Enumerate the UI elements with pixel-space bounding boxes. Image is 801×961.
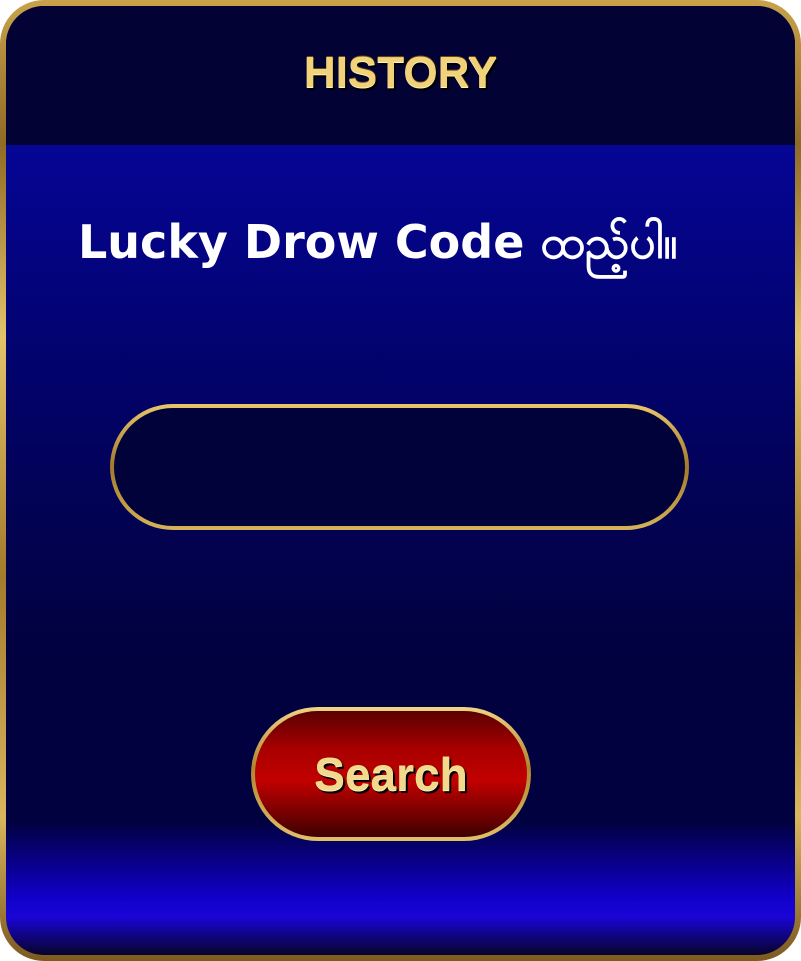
- lucky-code-prompt: Lucky Drow Code ထည့်ပါ။: [78, 215, 678, 269]
- search-button-label: Search: [314, 748, 468, 800]
- dialog-title: HISTORY: [303, 47, 498, 97]
- history-dialog: HISTORY Lucky Drow Code ထည့်ပါ။ Search: [0, 0, 801, 961]
- dialog-header: HISTORY: [6, 6, 795, 145]
- search-button[interactable]: Search: [251, 707, 531, 841]
- dialog-panel: HISTORY Lucky Drow Code ထည့်ပါ။ Search: [6, 6, 795, 955]
- lucky-code-input[interactable]: [114, 408, 685, 526]
- code-input-frame: [110, 404, 689, 530]
- search-button-face: Search: [255, 711, 527, 837]
